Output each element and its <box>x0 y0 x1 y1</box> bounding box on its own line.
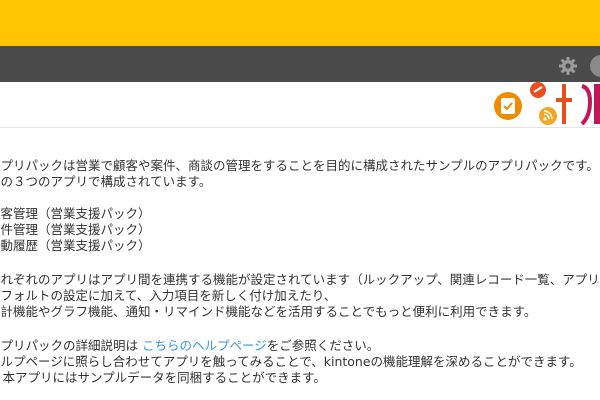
feature-text: 集計機能やグラフ機能、通知・リマインド機能などを活用することでもっと便利に利用で… <box>0 304 537 319</box>
details-suffix: をご参照ください。 <box>266 338 380 353</box>
app-banner-illustration <box>494 82 600 126</box>
app-list-item: 案件管理（営業支援パック） <box>0 222 151 237</box>
apps-intro-text: 次の３つのアプリで構成されています。 <box>0 174 212 189</box>
app-header <box>0 82 600 128</box>
details-text: アプリパックの詳細説明は こちらのヘルプページをご参照ください。 <box>0 338 379 354</box>
top-header-bar <box>0 0 600 46</box>
app-description: アプリパックは営業で顧客や案件、商談の管理をすることを目的に構成されたサンプルの… <box>0 128 600 400</box>
help-page-link[interactable]: こちらのヘルプページ <box>142 338 267 353</box>
sample-data-note: ※ 本アプリにはサンプルデータを同梱することができます。 <box>0 370 326 385</box>
help-text: ヘルプページに照らし合わせてアプリを触ってみることで、kintoneの機能理解を… <box>0 354 582 369</box>
navigation-bar <box>0 46 600 82</box>
intro-text: アプリパックは営業で顧客や案件、商談の管理をすることを目的に構成されたサンプルの… <box>0 158 599 173</box>
feature-text: それぞれのアプリはアプリ間を連携する機能が設定されています（ルックアップ、関連レ… <box>0 272 600 287</box>
details-prefix: アプリパックの詳細説明は <box>0 338 142 353</box>
app-list-item: 顧客管理（営業支援パック） <box>0 206 151 221</box>
gear-icon[interactable] <box>558 56 578 76</box>
app-list-item: 活動履歴（営業支援パック） <box>0 238 151 253</box>
feature-text: デフォルトの設定に加えて、入力項目を新しく付け加えたり、 <box>0 288 337 303</box>
